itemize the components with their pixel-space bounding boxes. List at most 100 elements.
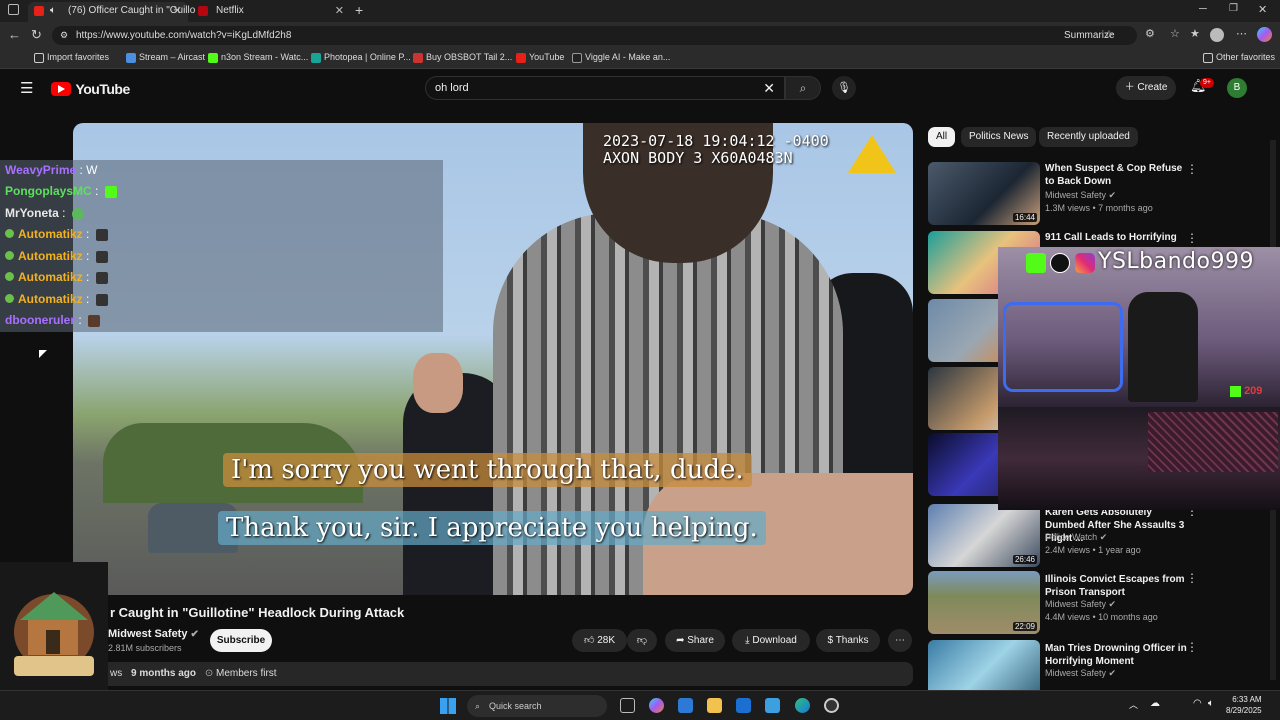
video-title: r Caught in "Guillotine" Headlock During… [110, 605, 405, 620]
tab-actions-icon[interactable] [8, 4, 19, 15]
url-text: https://www.youtube.com/watch?v=iKgLdMfd… [76, 30, 292, 41]
taskbar-search[interactable]: ⌕ Quick search [467, 695, 607, 717]
system-clock[interactable]: 6:33 AM 8/29/2025 [1226, 694, 1262, 716]
minimize-icon[interactable]: ─ [1199, 3, 1207, 15]
clock-time: 6:33 AM [1232, 695, 1262, 704]
video-thumbnail [928, 640, 1040, 690]
youtube-logo-text: YouTube [75, 80, 130, 97]
favorite-aircast[interactable]: Stream – Aircast [126, 52, 205, 63]
other-favorites[interactable]: Other favorites [1203, 52, 1275, 63]
favorite-n3on[interactable]: n3on Stream - Watc... [208, 52, 308, 63]
favorite-obsbot[interactable]: Buy OBSBOT Tail 2... [413, 52, 512, 63]
folder-icon [34, 53, 44, 63]
more-vertical-icon[interactable]: ⋮ [1186, 162, 1198, 176]
site-info-icon[interactable]: ⚙ [60, 26, 68, 45]
channel-name[interactable]: Midwest Safety ✔ [108, 628, 199, 640]
collections-icon[interactable]: ☆ [1170, 27, 1180, 40]
chat-message: Automatikz : [5, 246, 108, 267]
search-icon[interactable]: ⌕ [785, 76, 821, 100]
hamburger-menu-icon[interactable]: ☰ [20, 79, 33, 97]
url-field[interactable]: ⚙ https://www.youtube.com/watch?v=iKgLdM… [52, 26, 1137, 45]
thanks-button[interactable]: $ Thanks [816, 629, 880, 652]
create-button[interactable]: ＋ Create [1116, 76, 1176, 100]
obs-icon[interactable] [824, 698, 839, 713]
task-view-icon[interactable] [620, 698, 635, 713]
more-vertical-icon[interactable]: ⋮ [1186, 640, 1198, 654]
microphone-icon[interactable]: 🎙︎ [832, 76, 856, 100]
dislike-button[interactable]: 👎︎ [627, 629, 657, 652]
photos-icon[interactable] [765, 698, 780, 713]
recommendation-item[interactable]: Man Tries Drowning Officer in Horrifying… [928, 640, 1268, 690]
favorites-icon[interactable]: ★ [1190, 27, 1200, 40]
duration-badge: 26:46 [1012, 555, 1037, 564]
verified-badge-icon [5, 294, 14, 303]
clear-search-icon[interactable]: ✕ [763, 77, 775, 99]
emote-icon [95, 271, 108, 284]
chip-all[interactable]: All [928, 127, 956, 147]
outlook-icon[interactable] [736, 698, 751, 713]
recommendation-item[interactable]: 26:46 Karen Gets Absolutely Dumbed After… [928, 504, 1268, 568]
new-tab-icon[interactable]: + [355, 2, 363, 18]
favorite-import[interactable]: Import favorites [34, 52, 109, 63]
viggle-icon [572, 53, 582, 63]
like-button[interactable]: 👍︎ 28K [572, 629, 627, 652]
more-horizontal-icon: ⋯ [895, 635, 905, 646]
edge-icon[interactable] [795, 698, 810, 713]
store-icon[interactable] [678, 698, 693, 713]
chat-message: Automatikz : [5, 224, 108, 245]
close-tab-icon[interactable]: ✕ [335, 2, 344, 20]
tray-volume-icon[interactable]: 🔈︎ [1208, 698, 1214, 709]
favorite-photopea[interactable]: Photopea | Online P... [311, 52, 411, 63]
back-icon[interactable]: ← [8, 27, 21, 42]
video-description-box[interactable]: ws 9 months ago ⊙ Members first [90, 662, 913, 686]
notification-count-badge: 9+ [1200, 78, 1214, 88]
verified-badge-icon [5, 251, 14, 260]
emote-icon [71, 207, 84, 220]
gaming-chair-shape [1128, 292, 1198, 402]
refresh-icon[interactable]: ↻ [31, 27, 42, 43]
chat-message: Automatikz : [5, 289, 108, 310]
chip-politics-news[interactable]: Politics News [961, 127, 1037, 147]
tray-wifi-icon[interactable]: ◠ [1193, 698, 1202, 709]
extensions-icon[interactable]: ⚙ [1145, 27, 1155, 40]
subscribe-button[interactable]: Subscribe [210, 629, 272, 652]
favorite-viggle[interactable]: Viggle AI - Make an... [572, 52, 670, 63]
view-count: ws [110, 668, 123, 679]
windows-start-icon[interactable] [440, 698, 456, 714]
verified-badge-icon [5, 229, 14, 238]
search-input[interactable]: oh lord ✕ [425, 76, 785, 100]
tab-audio-icon[interactable]: 🔈︎ [50, 2, 56, 20]
maximize-icon[interactable]: ❐ [1229, 3, 1238, 14]
windows-taskbar: ⌕ Quick search ︿ ☁ ◠ 🔈︎ 6:33 AM 8/29/202… [0, 690, 1280, 720]
more-vertical-icon[interactable]: ⋮ [1186, 231, 1198, 245]
youtube-logo[interactable]: YouTube [51, 80, 130, 97]
copilot-icon[interactable] [1257, 27, 1272, 42]
share-button[interactable]: ➦ Share [665, 629, 725, 652]
favorite-youtube[interactable]: YouTube [516, 52, 564, 63]
obsbot-icon [413, 53, 423, 63]
tab-youtube[interactable]: 🔈︎ (76) Officer Caught in "Guillo ✕ [28, 2, 195, 22]
neon-sign-shape [1003, 302, 1123, 392]
copilot-icon[interactable] [649, 698, 664, 713]
recommendation-item[interactable]: 22:09 Illinois Convict Escapes from Pris… [928, 571, 1268, 635]
recommendation-item[interactable]: 16:44 When Suspect & Cop Refuse to Back … [928, 162, 1268, 226]
close-window-icon[interactable]: ✕ [1258, 3, 1267, 16]
more-actions-button[interactable]: ⋯ [888, 629, 912, 652]
chat-message: dbooneruler : [5, 310, 101, 331]
tab-netflix[interactable]: Netflix ✕ [192, 2, 350, 22]
tray-network-icon[interactable]: ☁ [1150, 698, 1160, 709]
file-explorer-icon[interactable] [707, 698, 722, 713]
close-tab-icon[interactable]: ✕ [173, 2, 182, 20]
rec-stats: 1.3M views • 7 months ago [1045, 203, 1153, 213]
youtube-play-icon [51, 81, 71, 96]
chip-recently-uploaded[interactable]: Recently uploaded [1039, 127, 1138, 147]
profile-icon[interactable] [1210, 28, 1224, 42]
tiktok-icon [1050, 253, 1071, 273]
download-button[interactable]: ⤓ Download [732, 629, 810, 652]
account-avatar[interactable]: B [1227, 78, 1247, 98]
more-menu-icon[interactable]: ⋯ [1236, 27, 1247, 40]
kick-icon [1026, 253, 1046, 273]
favorite-star-icon[interactable]: ☆ [1104, 26, 1114, 45]
more-vertical-icon[interactable]: ⋮ [1186, 571, 1198, 585]
tray-chevron-icon[interactable]: ︿ [1129, 698, 1138, 711]
